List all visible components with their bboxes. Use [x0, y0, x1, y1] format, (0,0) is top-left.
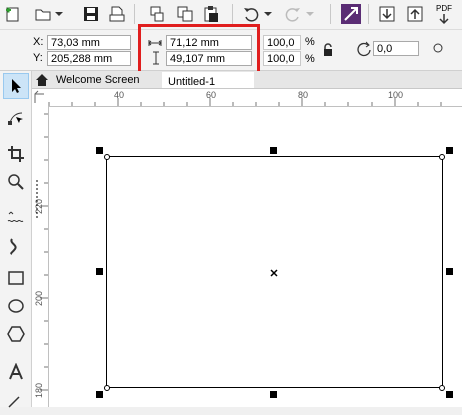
tab-untitled-1[interactable]: Untitled-1: [162, 72, 254, 88]
save-icon[interactable]: [80, 3, 102, 25]
shape-tool-icon[interactable]: [3, 105, 29, 131]
paste-icon[interactable]: [200, 3, 222, 25]
new-document-icon[interactable]: [2, 3, 24, 25]
ruler-v-label: 180: [34, 382, 44, 398]
selection-handle-bottom[interactable]: [270, 391, 277, 398]
x-position-field[interactable]: 73,03 mm: [47, 35, 131, 50]
y-position-field[interactable]: 205,288 mm: [47, 51, 131, 66]
lock-ratio-icon[interactable]: [322, 43, 334, 60]
rectangle-tool-icon[interactable]: [3, 265, 29, 291]
undo-dropdown-icon[interactable]: [262, 3, 274, 25]
copy-icon[interactable]: [174, 3, 196, 25]
selection-handle-top-left[interactable]: [96, 147, 103, 154]
vertical-ruler[interactable]: 220 200 180: [32, 106, 49, 407]
size-fields-highlight: [138, 24, 260, 78]
corner-node[interactable]: [104, 385, 110, 391]
ruler-corner[interactable]: [32, 89, 49, 107]
ruler-h-label: 60: [206, 90, 217, 100]
launch-icon[interactable]: [340, 3, 362, 25]
ruler-h-label: 100: [388, 90, 404, 100]
toolbox: [0, 71, 32, 408]
selection-handle-bottom-left[interactable]: [96, 391, 103, 398]
redo-dropdown-icon[interactable]: [304, 3, 316, 25]
x-label: X:: [33, 36, 44, 48]
text-tool-icon[interactable]: [3, 359, 29, 385]
selection-handle-top-right[interactable]: [446, 147, 453, 154]
horizontal-ruler[interactable]: 40 60 80 100: [48, 89, 462, 107]
pdf-label: PDF: [436, 3, 452, 13]
open-folder-icon[interactable]: [32, 3, 54, 25]
selection-handle-right[interactable]: [446, 268, 453, 275]
tab-welcome-screen[interactable]: Welcome Screen: [50, 72, 162, 88]
corner-node[interactable]: [439, 154, 445, 160]
ruler-h-label: 80: [298, 90, 309, 100]
selection-handle-left[interactable]: [96, 268, 103, 275]
ellipse-tool-icon[interactable]: [3, 293, 29, 319]
rotation-center-icon[interactable]: [432, 42, 444, 57]
selection-handle-bottom-right[interactable]: [446, 391, 453, 398]
rotation-angle-field[interactable]: 0,0: [373, 41, 419, 56]
dropdown-icon[interactable]: [52, 3, 66, 25]
ruler-v-label: 200: [34, 290, 44, 306]
rotation-icon: [356, 41, 372, 60]
polygon-tool-icon[interactable]: [3, 321, 29, 347]
import-icon[interactable]: [376, 3, 398, 25]
undo-icon[interactable]: [240, 3, 262, 25]
scale-width-field[interactable]: 100,0: [263, 35, 301, 50]
percent-label: %: [305, 36, 315, 48]
publish-pdf-icon[interactable]: PDF: [432, 3, 456, 25]
parallel-dimension-icon[interactable]: [3, 389, 29, 415]
percent-label: %: [305, 53, 315, 65]
corner-node[interactable]: [104, 154, 110, 160]
center-mark-icon: [270, 268, 278, 280]
redo-icon[interactable]: [282, 3, 304, 25]
cut-icon[interactable]: [146, 3, 168, 25]
export-icon[interactable]: [404, 3, 426, 25]
scale-height-field[interactable]: 100,0: [263, 51, 301, 66]
zoom-tool-icon[interactable]: [3, 169, 29, 195]
y-label: Y:: [33, 52, 43, 64]
home-icon[interactable]: [35, 73, 49, 89]
selection-handle-top[interactable]: [270, 147, 277, 154]
print-icon[interactable]: [106, 3, 128, 25]
crop-tool-icon[interactable]: [3, 141, 29, 167]
artistic-media-icon[interactable]: [3, 233, 29, 259]
cursor-guide: [36, 180, 38, 220]
corner-node[interactable]: [439, 385, 445, 391]
document-tabs: Welcome Screen Untitled-1: [32, 71, 462, 89]
freehand-tool-icon[interactable]: [3, 205, 29, 231]
pick-tool-icon[interactable]: [3, 73, 29, 99]
ruler-h-label: 40: [114, 90, 125, 100]
